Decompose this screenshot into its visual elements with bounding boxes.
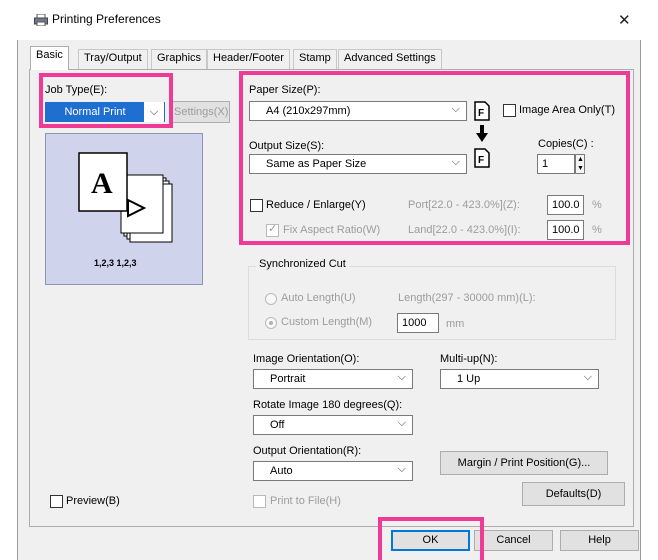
custom-length-label: Custom Length(M) [281,316,373,328]
ok-highlight [378,517,484,560]
length-range-label: Length(297 - 30000 mm)(L): [398,292,536,304]
tab-basic[interactable]: Basic [30,46,69,70]
preview-checkbox-label: Preview(B) [66,495,120,507]
tab-advanced-settings[interactable]: Advanced Settings [338,49,442,69]
image-orientation-label: Image Orientation(O): [253,353,360,365]
job-type-highlight [39,73,173,128]
chevron-down-icon: ⌵ [583,371,592,383]
help-button[interactable]: Help [560,530,639,551]
tab-stamp[interactable]: Stamp [293,49,337,69]
paper-settings-highlight [239,71,630,245]
multi-up-label: Multi-up(N): [440,353,498,365]
print-to-file-checkbox[interactable] [253,495,266,508]
margin-print-position-button[interactable]: Margin / Print Position(G)... [440,451,608,475]
rotate-select[interactable]: Off ⌵ [253,415,413,435]
rotate-label: Rotate Image 180 degrees(Q): [253,399,403,411]
image-orientation-value: Portrait [270,373,306,385]
chevron-down-icon: ⌵ [397,463,406,475]
custom-length-input[interactable]: 1000 [397,313,439,333]
image-orientation-select[interactable]: Portrait ⌵ [253,369,413,389]
print-to-file-label: Print to File(H) [270,495,341,507]
chevron-down-icon: ⌵ [397,371,406,383]
printer-icon [34,14,48,26]
window-title: Printing Preferences [52,12,161,26]
output-orientation-select[interactable]: Auto ⌵ [253,461,413,481]
job-settings-button[interactable]: Settings(X)... [170,101,230,123]
custom-length-unit: mm [446,318,465,330]
cancel-button[interactable]: Cancel [474,530,553,551]
preview-caption: 1,2,3 1,2,3 [94,258,137,268]
preview-checkbox[interactable] [50,495,63,508]
preview-letter: A [91,167,113,200]
tab-header-footer[interactable]: Header/Footer [207,49,290,69]
close-icon[interactable]: ✕ [618,11,631,29]
output-orientation-value: Auto [270,465,293,477]
output-orientation-label: Output Orientation(R): [253,445,362,457]
tab-tray-output[interactable]: Tray/Output [78,49,148,69]
chevron-down-icon: ⌵ [397,417,406,429]
sync-cut-title: Synchronized Cut [256,258,349,270]
multi-up-select[interactable]: 1 Up ⌵ [440,369,599,389]
rotate-value: Off [270,419,285,431]
tab-graphics[interactable]: Graphics [151,49,208,69]
auto-length-label: Auto Length(U) [281,292,356,304]
custom-length-radio[interactable] [265,317,277,329]
auto-length-radio[interactable] [265,293,277,305]
defaults-button[interactable]: Defaults(D) [522,482,625,506]
multi-up-value: 1 Up [457,373,481,385]
